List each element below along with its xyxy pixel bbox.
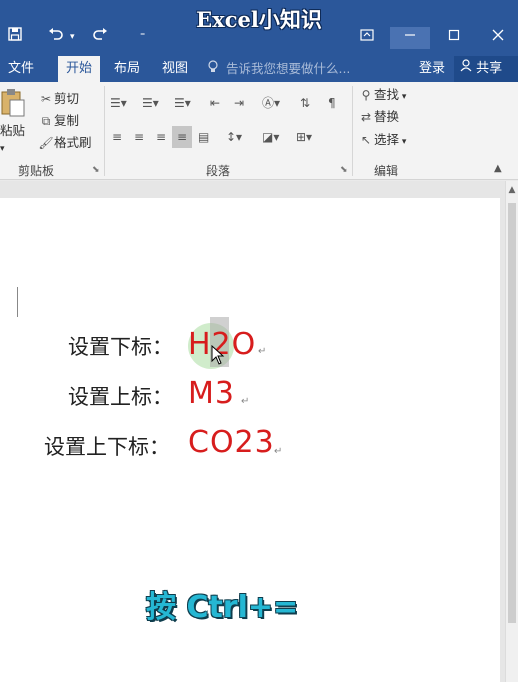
align-right-icon[interactable]: ≡ [156,128,166,146]
sub-superscript-label: 设置上下标： [44,435,170,459]
tell-me-text: 告诉我您想要做什么... [225,61,351,76]
bullets-icon[interactable]: ☰▾ [110,94,127,112]
sort-icon[interactable]: ⇅ [300,94,310,112]
person-icon [460,59,476,76]
line-spacing-icon[interactable]: ↕▾ [226,128,242,146]
customize-icon[interactable]: ⁼ [140,27,145,47]
scrollbar-thumb[interactable] [508,203,516,623]
align-left-icon[interactable]: ≡ [112,128,122,146]
paste-dropdown-icon[interactable]: ▾ [0,140,5,158]
clipboard-group-label: 剪贴板 [18,164,55,178]
ribbon-display-icon[interactable] [347,27,387,49]
share-label: 共享 [476,61,503,76]
sign-in-link[interactable]: 登录 [419,56,445,82]
copy-icon: ⧉ [41,114,51,128]
ribbon: 粘贴 ▾ ✂ 剪切 ⧉ 复制 🖌格式刷 剪贴板 ⬊ ☰▾ ☰▾ ☰▾ ⇤ ⇥ Ⓐ▾ … [0,82,518,180]
title-bar: Excel小知识 ▾ ⁼ [0,0,518,56]
mouse-pointer-icon [211,345,225,365]
justify-icon[interactable]: ≡ [172,126,192,148]
vertical-scrollbar[interactable]: ▲ [505,181,518,682]
search-icon: ⚲ [361,88,371,102]
superscript-label: 设置上标： [68,385,173,409]
asian-layout-icon[interactable]: Ⓐ▾ [262,94,280,112]
format-painter-label: 格式刷 [54,135,92,150]
paragraph-mark: ↵ [258,346,267,357]
tab-layout[interactable]: 布局 [108,56,146,82]
collapse-ribbon-icon[interactable]: ▲ [494,160,502,178]
undo-icon[interactable] [48,27,64,47]
replace-label: 替换 [374,109,400,124]
copy-button[interactable]: ⧉ 复制 [38,112,79,130]
subscript-label: 设置下标： [68,335,173,359]
numbering-icon[interactable]: ☰▾ [142,94,159,112]
replace-button[interactable]: ⇄ 替换 [358,108,399,126]
save-icon[interactable] [8,27,22,47]
group-separator [104,86,105,176]
editing-group-label: 编辑 [374,164,399,178]
scissors-icon: ✂ [40,92,52,106]
clipboard-launcher-icon[interactable]: ⬊ [92,165,100,175]
lightbulb-icon [208,56,222,82]
brush-icon: 🖌 [38,136,54,150]
cut-button[interactable]: ✂ 剪切 [38,90,79,108]
align-center-icon[interactable]: ≡ [134,128,144,146]
tab-view[interactable]: 视图 [156,56,194,82]
decrease-indent-icon[interactable]: ⇤ [210,94,220,112]
close-icon[interactable] [478,27,518,49]
share-button[interactable]: 共享 [454,56,518,82]
select-label: 选择 [374,132,400,147]
find-dropdown-icon: ▾ [399,92,407,102]
shortcut-hint: 按 Ctrl+= [146,590,299,625]
clipboard-icon [1,89,25,117]
select-button[interactable]: ↖ 选择 ▾ [358,131,406,151]
multilevel-list-icon[interactable]: ☰▾ [174,94,191,112]
shading-icon[interactable]: ◪▾ [262,128,279,146]
paragraph-launcher-icon[interactable]: ⬊ [340,165,348,175]
scroll-up-icon[interactable]: ▲ [506,185,518,195]
paragraph-mark: ↵ [274,446,283,457]
increase-indent-icon[interactable]: ⇥ [234,94,244,112]
minimize-icon[interactable] [390,27,430,49]
distributed-icon[interactable]: ▤ [198,128,209,146]
group-separator [352,86,353,176]
paste-label: 粘贴 [0,123,26,138]
borders-icon[interactable]: ⊞▾ [296,128,312,146]
replace-icon: ⇄ [360,110,372,124]
show-marks-icon[interactable]: ¶ [328,94,336,112]
paragraph-group-label: 段落 [206,164,231,178]
paragraph-mark: ↵ [241,396,250,407]
format-painter-button[interactable]: 🖌格式刷 [38,134,92,152]
ribbon-tabs: 文件 开始 布局 视图 告诉我您想要做什么... 登录 共享 [0,56,518,82]
copy-label: 复制 [54,113,80,128]
undo-dropdown-icon[interactable]: ▾ [70,27,75,47]
select-dropdown-icon: ▾ [399,137,407,147]
redo-icon[interactable] [92,27,108,47]
cut-label: 剪切 [54,91,80,106]
find-label: 查找 [374,87,400,102]
margin-marker [17,287,18,317]
superscript-value[interactable]: M3 [188,374,235,414]
select-cursor-icon: ↖ [360,133,372,147]
tell-me-search[interactable]: 告诉我您想要做什么... [208,56,350,82]
sub-superscript-value[interactable]: CO23 [188,423,275,463]
tab-home[interactable]: 开始 [58,56,100,82]
maximize-icon[interactable] [434,27,474,49]
find-button[interactable]: ⚲ 查找 ▾ [358,86,407,106]
tab-file[interactable]: 文件 [0,56,42,82]
